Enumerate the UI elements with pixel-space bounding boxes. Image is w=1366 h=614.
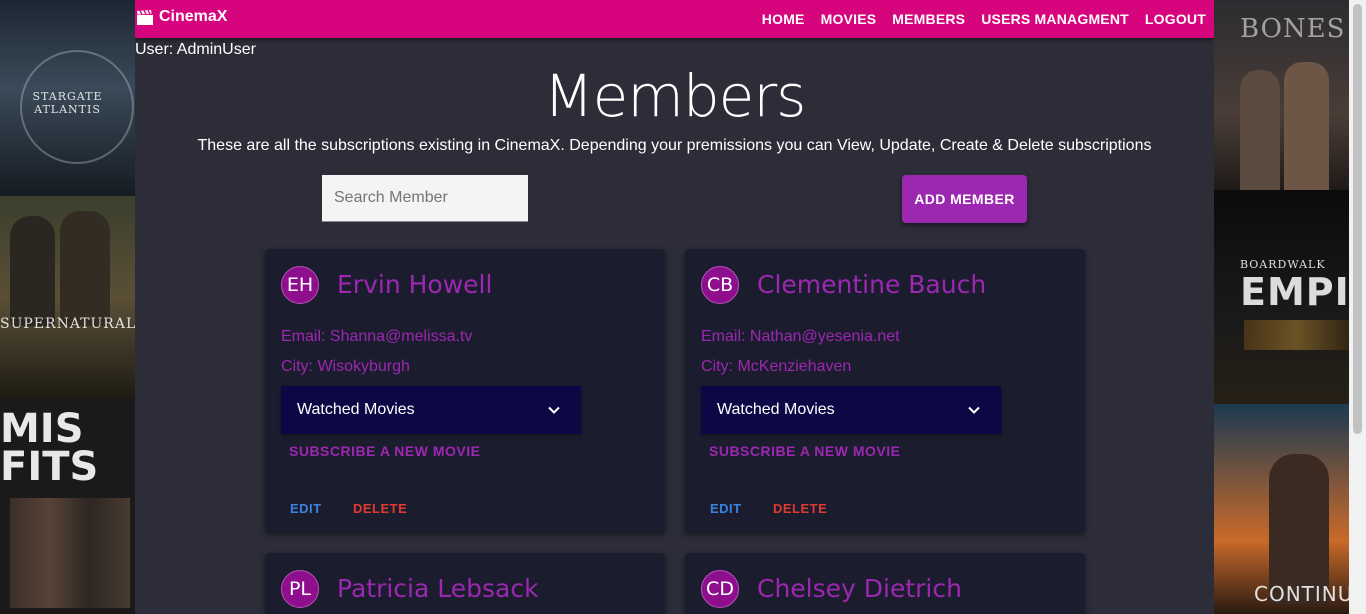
page-subtitle: These are all the subscriptions existing… <box>197 137 1152 154</box>
right-poster-column: BONES BOARDWALK EMPIRE CONTINU <box>1214 0 1349 614</box>
nav-movies[interactable]: MOVIES <box>821 11 877 27</box>
left-poster-column: STARGATE ATLANTIS SUPERNATURAL MIS FITS <box>0 0 135 614</box>
member-card: PL Patricia Lebsack <box>265 553 665 614</box>
watched-movies-dropdown[interactable]: Watched Movies <box>701 386 1001 434</box>
clapperboard-icon <box>137 9 153 25</box>
member-card: CB Clementine Bauch Email: Nathan@yeseni… <box>685 249 1085 533</box>
page-scrollbar[interactable] <box>1349 0 1366 614</box>
nav-logout[interactable]: LOGOUT <box>1145 11 1206 27</box>
avatar: CD <box>701 570 739 608</box>
nav-users-management[interactable]: USERS MANAGMENT <box>981 11 1129 27</box>
top-navbar: CinemaX HOME MOVIES MEMBERS USERS MANAGM… <box>135 0 1214 38</box>
add-member-button[interactable]: ADD MEMBER <box>902 175 1027 223</box>
watched-movies-label: Watched Movies <box>717 401 835 418</box>
brand[interactable]: CinemaX <box>137 8 227 26</box>
brand-name: CinemaX <box>159 8 228 25</box>
scrollbar-thumb[interactable] <box>1353 4 1362 434</box>
avatar: CB <box>701 266 739 304</box>
poster-misfits: MIS FITS <box>0 398 135 614</box>
member-email: Email: Shanna@melissa.tv <box>281 328 473 345</box>
member-name: Clementine Bauch <box>757 270 987 299</box>
subscribe-new-movie-button[interactable]: SUBSCRIBE A NEW MOVIE <box>709 443 900 459</box>
avatar: PL <box>281 570 319 608</box>
poster-supernatural: SUPERNATURAL <box>0 196 135 398</box>
nav-links: HOME MOVIES MEMBERS USERS MANAGMENT LOGO… <box>746 0 1206 38</box>
member-email: Email: Nathan@yesenia.net <box>701 328 900 345</box>
delete-button[interactable]: DELETE <box>353 501 407 516</box>
poster-boardwalk-empire: BOARDWALK EMPIRE <box>1214 190 1349 404</box>
poster-continuum: CONTINU <box>1214 404 1349 614</box>
chevron-down-icon <box>968 406 980 414</box>
watched-movies-dropdown[interactable]: Watched Movies <box>281 386 581 434</box>
poster-stargate-atlantis: STARGATE ATLANTIS <box>0 0 135 196</box>
nav-members[interactable]: MEMBERS <box>892 11 965 27</box>
poster-bones: BONES <box>1214 0 1349 190</box>
chevron-down-icon <box>548 406 560 414</box>
page-title: Members <box>543 62 807 130</box>
member-name: Ervin Howell <box>337 270 493 299</box>
nav-home[interactable]: HOME <box>762 11 805 27</box>
member-card: CD Chelsey Dietrich <box>685 553 1085 614</box>
search-member-input[interactable] <box>322 175 528 222</box>
member-city: City: McKenziehaven <box>701 358 852 375</box>
edit-button[interactable]: EDIT <box>290 501 322 516</box>
main-panel: CinemaX HOME MOVIES MEMBERS USERS MANAGM… <box>135 0 1214 614</box>
member-name: Chelsey Dietrich <box>757 574 962 603</box>
subscribe-new-movie-button[interactable]: SUBSCRIBE A NEW MOVIE <box>289 443 480 459</box>
avatar: EH <box>281 266 319 304</box>
delete-button[interactable]: DELETE <box>773 501 827 516</box>
member-card: EH Ervin Howell Email: Shanna@melissa.tv… <box>265 249 665 533</box>
watched-movies-label: Watched Movies <box>297 401 415 418</box>
member-city: City: Wisokyburgh <box>281 358 410 375</box>
edit-button[interactable]: EDIT <box>710 501 742 516</box>
member-name: Patricia Lebsack <box>337 574 539 603</box>
current-user-label: User: AdminUser <box>135 41 256 58</box>
